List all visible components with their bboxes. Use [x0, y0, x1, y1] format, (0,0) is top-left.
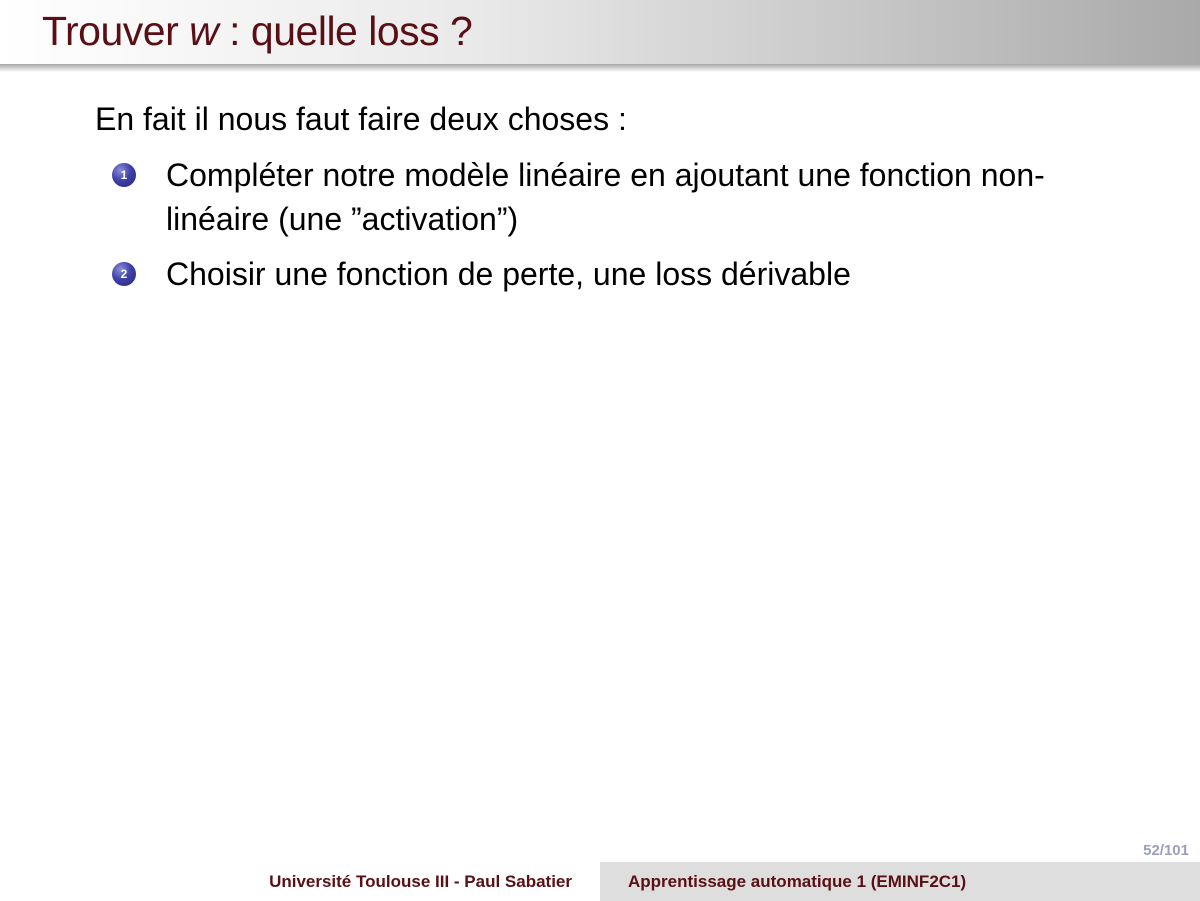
footer-course: Apprentissage automatique 1 (EMINF2C1) [628, 872, 967, 891]
title-bar-shadow [0, 64, 1200, 72]
page-number: 52/101 [1143, 842, 1189, 859]
slide-title-suffix: : quelle loss ? [218, 8, 473, 54]
slide-title-variable: w [189, 8, 219, 54]
footer-course-panel: Apprentissage automatique 1 (EMINF2C1) [600, 862, 1200, 901]
slide-title-prefix: Trouver [42, 8, 190, 54]
footer-institution: Université Toulouse III - Paul Sabatier [269, 872, 572, 891]
footer: Université Toulouse III - Paul Sabatier … [0, 862, 1200, 901]
list-item-text: Choisir une fonction de perte, une loss … [166, 256, 851, 292]
intro-text: En fait il nous faut faire deux choses : [95, 101, 627, 137]
list-item-text: Compléter notre modèle linéaire en ajout… [166, 157, 1045, 237]
footer-institution-panel: Université Toulouse III - Paul Sabatier [0, 862, 600, 901]
enumeration-ball-icon: 2 [112, 262, 136, 286]
slide-title: Trouver w : quelle loss ? [42, 5, 473, 57]
enumeration-ball-icon: 1 [112, 163, 136, 187]
